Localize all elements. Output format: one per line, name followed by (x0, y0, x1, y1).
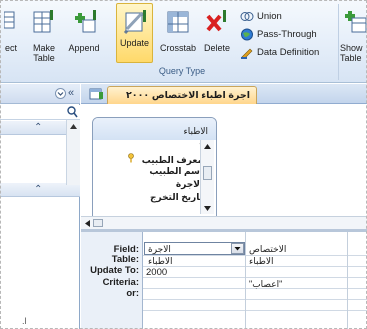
pencil-icon (240, 46, 254, 60)
make-table-icon (30, 6, 58, 38)
field-doctor-id[interactable]: معرف الطبيب (93, 153, 203, 166)
field-list-scrollbar[interactable] (200, 140, 214, 214)
field-doctor-id-label: معرف الطبيب (141, 155, 203, 165)
data-definition-label: Data Definition (257, 47, 320, 59)
grid-row-divider (143, 277, 367, 278)
make-table-label: Make Table (32, 43, 55, 63)
grid-row-divider (143, 299, 367, 300)
collapse-icon[interactable]: ⌃ (34, 122, 42, 133)
field-scroll-down-icon[interactable] (203, 204, 212, 214)
ribbon-separator (338, 4, 339, 80)
globe-icon (240, 28, 254, 41)
nav-group-header[interactable]: ⌃ (0, 121, 66, 135)
update-to-value-1[interactable]: 2000 (146, 267, 167, 278)
update-button[interactable]: Update (116, 3, 153, 63)
collapse-icon-2[interactable]: ⌃ (34, 184, 42, 195)
row-label-criteria: Criteria: (102, 277, 139, 288)
union-icon (240, 10, 254, 23)
field-all[interactable]: * (93, 141, 203, 151)
table-field-list-title: الاطباء (183, 126, 209, 136)
field-doctor-name[interactable]: اسم الطبيب (93, 166, 203, 177)
field-graduation-date[interactable]: تاريخ التخرج (93, 192, 203, 203)
upper-pane-horizontal-scrollbar[interactable] (81, 216, 367, 229)
row-label-update-to: Update To: (90, 265, 139, 276)
field-scroll-up-icon[interactable] (203, 142, 212, 152)
primary-key-icon (127, 153, 135, 165)
nav-scrollbar[interactable] (66, 120, 80, 185)
row-label-or: or: (126, 288, 139, 299)
union-button[interactable]: Union (240, 10, 282, 26)
data-definition-button[interactable]: Data Definition (240, 46, 319, 62)
query-type-group-label: Query Type (158, 66, 206, 76)
crosstab-icon (166, 6, 190, 38)
update-label: Update (119, 38, 150, 48)
field-value-2[interactable]: الاختصاص (249, 244, 299, 255)
scroll-up-arrow-icon[interactable] (69, 122, 78, 132)
append-label: Append (68, 43, 100, 53)
show-table-icon (342, 6, 367, 38)
union-label: Union (257, 11, 282, 23)
show-table-label: Show Table (340, 43, 363, 63)
field-scroll-thumb[interactable] (203, 166, 212, 180)
crosstab-label: Crosstab (159, 43, 196, 53)
table-icon (3, 6, 18, 32)
field-dropdown-button[interactable] (231, 243, 244, 254)
delete-icon (204, 6, 230, 38)
select-label: ect (4, 43, 17, 53)
table-value-1[interactable]: الاطباء (148, 256, 182, 267)
pass-through-button[interactable]: Pass-Through (240, 28, 317, 44)
update-icon (121, 7, 149, 39)
row-label-table: Table: (111, 254, 139, 265)
chevron-down-icon[interactable] (55, 88, 66, 101)
h-scroll-thumb[interactable] (93, 219, 103, 227)
nav-text-fragment: .l (22, 316, 27, 326)
nav-pane-header: « (0, 84, 80, 104)
criteria-value-2[interactable]: "اعصاب" (249, 279, 299, 290)
grid-column-divider (347, 232, 348, 329)
search-icon[interactable] (67, 106, 78, 120)
nav-search-bar[interactable] (0, 105, 80, 120)
query-object-icon (89, 87, 104, 103)
query-tab-title: اجرة اطباء الاختصاص ٢٠٠٠ (125, 90, 250, 101)
field-fee[interactable]: الاجرة (93, 179, 203, 190)
field-value-1: الاجرة (148, 244, 171, 254)
query-document-tab[interactable]: اجرة اطباء الاختصاص ٢٠٠٠ (107, 86, 257, 104)
grid-row-divider (143, 310, 367, 311)
grid-column-divider (245, 232, 246, 329)
pass-through-label: Pass-Through (257, 29, 317, 41)
nav-group-header-2[interactable]: ⌃ (0, 183, 80, 197)
delete-label: Delete (203, 43, 230, 53)
table-value-2[interactable]: الاطباء (249, 256, 299, 267)
shutter-bar-close-icon[interactable]: « (68, 87, 74, 99)
append-icon (71, 6, 97, 38)
chevron-down-icon (234, 247, 241, 251)
